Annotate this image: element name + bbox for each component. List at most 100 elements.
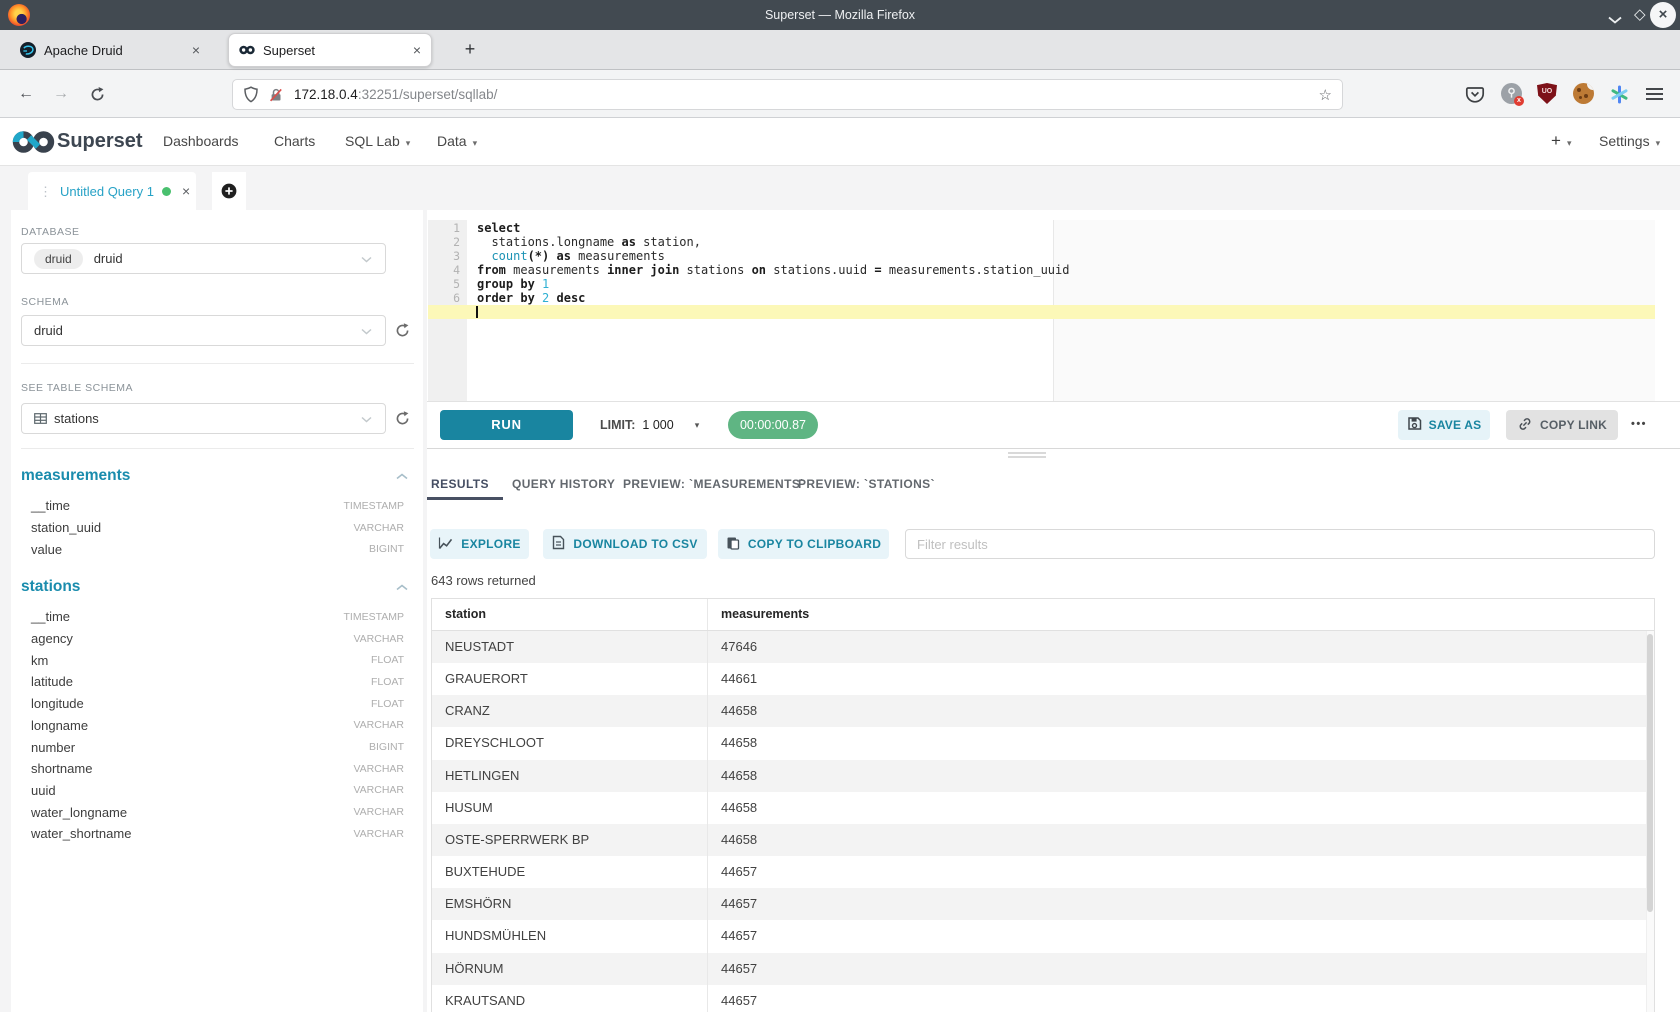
nav-dashboards[interactable]: Dashboards xyxy=(163,118,239,165)
table-grid-icon xyxy=(34,413,47,424)
collapse-chevron-icon[interactable] xyxy=(396,467,408,485)
pane-resize-handle[interactable] xyxy=(1008,452,1046,454)
column-type: TIMESTAMP xyxy=(344,500,404,512)
table-name: stations xyxy=(21,578,80,596)
table-row: DREYSCHLOOT44658 xyxy=(432,727,1654,759)
bookmark-star-icon[interactable]: ☆ xyxy=(1319,86,1332,104)
column-type: VARCHAR xyxy=(353,522,404,534)
nav-data[interactable]: Data▾ xyxy=(437,118,477,165)
new-tab-button[interactable]: + xyxy=(458,38,482,62)
tab-close-icon[interactable]: × xyxy=(192,43,200,57)
sql-editor[interactable]: 1234567 select stations.longname as stat… xyxy=(427,220,1656,401)
ublock-origin-icon[interactable]: UO xyxy=(1537,83,1559,105)
insecure-lock-icon[interactable] xyxy=(268,87,284,103)
save-as-button[interactable]: SAVE AS xyxy=(1398,410,1490,440)
pane-resize-handle[interactable] xyxy=(1008,456,1046,458)
schema-select[interactable]: druid xyxy=(21,315,386,346)
browser-tab-apache-druid[interactable]: Apache Druid × xyxy=(10,33,210,67)
copy-link-button[interactable]: COPY LINK xyxy=(1506,410,1618,440)
add-query-tab-button[interactable] xyxy=(212,172,246,210)
tab-preview-measurements[interactable]: PREVIEW: `MEASUREMENTS` xyxy=(623,476,805,492)
explore-button[interactable]: EXPLORE xyxy=(430,529,529,559)
window-maximize-icon[interactable]: ◇ xyxy=(1634,0,1646,30)
copy-to-clipboard-button[interactable]: COPY TO CLIPBOARD xyxy=(718,529,889,559)
forward-button[interactable]: → xyxy=(48,71,74,118)
superset-favicon-icon xyxy=(239,42,255,58)
nav-sql-lab[interactable]: SQL Lab▾ xyxy=(345,118,410,165)
browser-tab-superset[interactable]: Superset × xyxy=(228,33,432,67)
schema-table-list: measurements__timeTIMESTAMPstation_uuidV… xyxy=(11,462,423,845)
tab-title: Apache Druid xyxy=(44,43,186,58)
sql-code[interactable]: select stations.longname as station, cou… xyxy=(477,221,1069,319)
brand-name[interactable]: Superset xyxy=(57,118,143,165)
url-bar[interactable]: 172.18.0.4:32251/superset/sqllab/ ☆ xyxy=(232,79,1343,110)
nav-charts[interactable]: Charts xyxy=(274,118,315,165)
cookie-extension-icon[interactable] xyxy=(1573,83,1595,105)
table-select[interactable]: stations xyxy=(21,403,386,434)
cell-station: HÖRNUM xyxy=(432,953,708,985)
refresh-schemas-icon[interactable] xyxy=(394,322,411,339)
column-type: VARCHAR xyxy=(353,719,404,731)
refresh-tables-icon[interactable] xyxy=(394,410,411,427)
drag-handle-icon[interactable]: ⋮ xyxy=(39,185,52,198)
limit-control[interactable]: LIMIT: 1 000 ▾ xyxy=(600,410,699,440)
column-type: FLOAT xyxy=(371,676,404,688)
filter-results-input[interactable] xyxy=(905,529,1655,559)
reload-button[interactable] xyxy=(84,86,110,103)
query-tab-close-icon[interactable]: × xyxy=(182,184,190,198)
table-section-stations[interactable]: stations xyxy=(11,573,423,601)
menu-hamburger-icon[interactable] xyxy=(1646,83,1668,105)
cell-station: CRANZ xyxy=(432,695,708,727)
query-tab-title[interactable]: Untitled Query 1 xyxy=(60,184,154,199)
column-type: VARCHAR xyxy=(353,784,404,796)
tab-preview-stations[interactable]: PREVIEW: `STATIONS` xyxy=(798,476,935,492)
table-value: stations xyxy=(54,411,99,426)
tab-close-icon[interactable]: × xyxy=(413,43,421,57)
query-state-dot xyxy=(162,187,171,196)
table-section-measurements[interactable]: measurements xyxy=(11,462,423,490)
tracking-shield-icon[interactable] xyxy=(243,86,259,103)
cell-station: HUSUM xyxy=(432,792,708,824)
column-header-measurements[interactable]: measurements xyxy=(708,599,1654,630)
database-select[interactable]: druid druid xyxy=(21,243,386,274)
collapse-chevron-icon[interactable] xyxy=(396,578,408,596)
extension-icon[interactable]: ⚲x xyxy=(1501,83,1523,105)
window-close-button[interactable]: × xyxy=(1650,2,1676,28)
column-type: VARCHAR xyxy=(353,806,404,818)
download-csv-button[interactable]: DOWNLOAD TO CSV xyxy=(543,529,707,559)
column-row: numberBIGINT xyxy=(11,736,423,758)
window-minimize-icon[interactable] xyxy=(1608,11,1622,29)
url-host: 172.18.0.4 xyxy=(294,87,358,102)
column-name: station_uuid xyxy=(31,520,101,535)
back-button[interactable]: ← xyxy=(13,71,39,118)
cell-measurements: 44657 xyxy=(708,953,1654,985)
chevron-down-icon xyxy=(361,416,372,423)
url-text[interactable]: 172.18.0.4:32251/superset/sqllab/ xyxy=(294,87,1311,102)
browser-tab-strip: Apache Druid × Superset × + xyxy=(0,30,1680,70)
scrollbar-thumb[interactable] xyxy=(1647,634,1653,912)
tab-results[interactable]: RESULTS xyxy=(431,476,489,492)
cell-measurements: 44657 xyxy=(708,856,1654,888)
table-row: HÖRNUM44657 xyxy=(432,953,1654,985)
chevron-down-icon xyxy=(361,256,372,263)
table-schema-label: SEE TABLE SCHEMA xyxy=(21,382,133,394)
column-row: water_shortnameVARCHAR xyxy=(11,823,423,845)
pocket-icon[interactable] xyxy=(1465,83,1487,105)
caret-down-icon[interactable]: ▾ xyxy=(695,420,700,431)
query-tab-active[interactable]: ⋮ Untitled Query 1 × xyxy=(28,172,196,210)
tab-query-history[interactable]: QUERY HISTORY xyxy=(512,476,615,492)
colorful-extension-icon[interactable] xyxy=(1610,83,1632,105)
results-table-header[interactable]: station measurements xyxy=(432,599,1654,631)
column-type: TIMESTAMP xyxy=(344,611,404,623)
run-button[interactable]: RUN xyxy=(440,410,573,440)
divider xyxy=(21,448,414,449)
table-scrollbar[interactable] xyxy=(1646,631,1654,1012)
superset-logo-icon[interactable] xyxy=(12,129,55,155)
column-name: km xyxy=(31,653,48,668)
table-row: KRAUTSAND44657 xyxy=(432,985,1654,1012)
column-header-station[interactable]: station xyxy=(432,599,708,630)
column-row: uuidVARCHAR xyxy=(11,780,423,802)
settings-menu[interactable]: Settings▾ xyxy=(1599,118,1660,165)
navbar-plus-button[interactable]: +▾ xyxy=(1551,118,1571,165)
more-options-button[interactable]: ••• xyxy=(1623,410,1655,440)
